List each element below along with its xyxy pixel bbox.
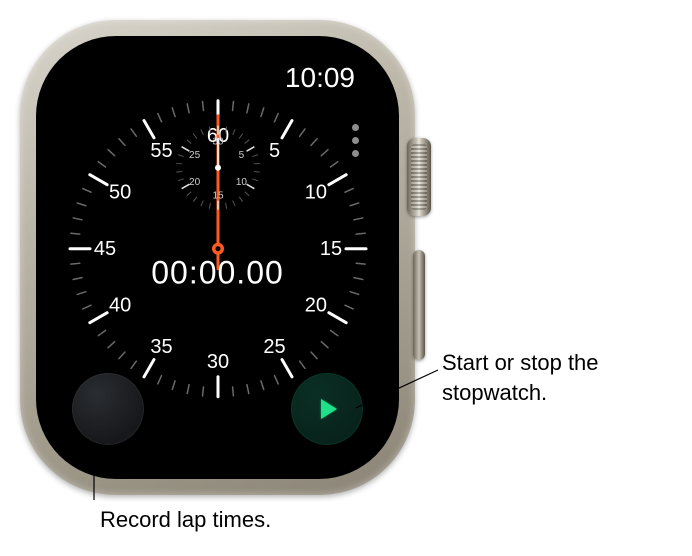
callout-start-stop: Start or stop the stopwatch. [442, 348, 672, 407]
callout-lap: Record lap times. [100, 505, 271, 535]
